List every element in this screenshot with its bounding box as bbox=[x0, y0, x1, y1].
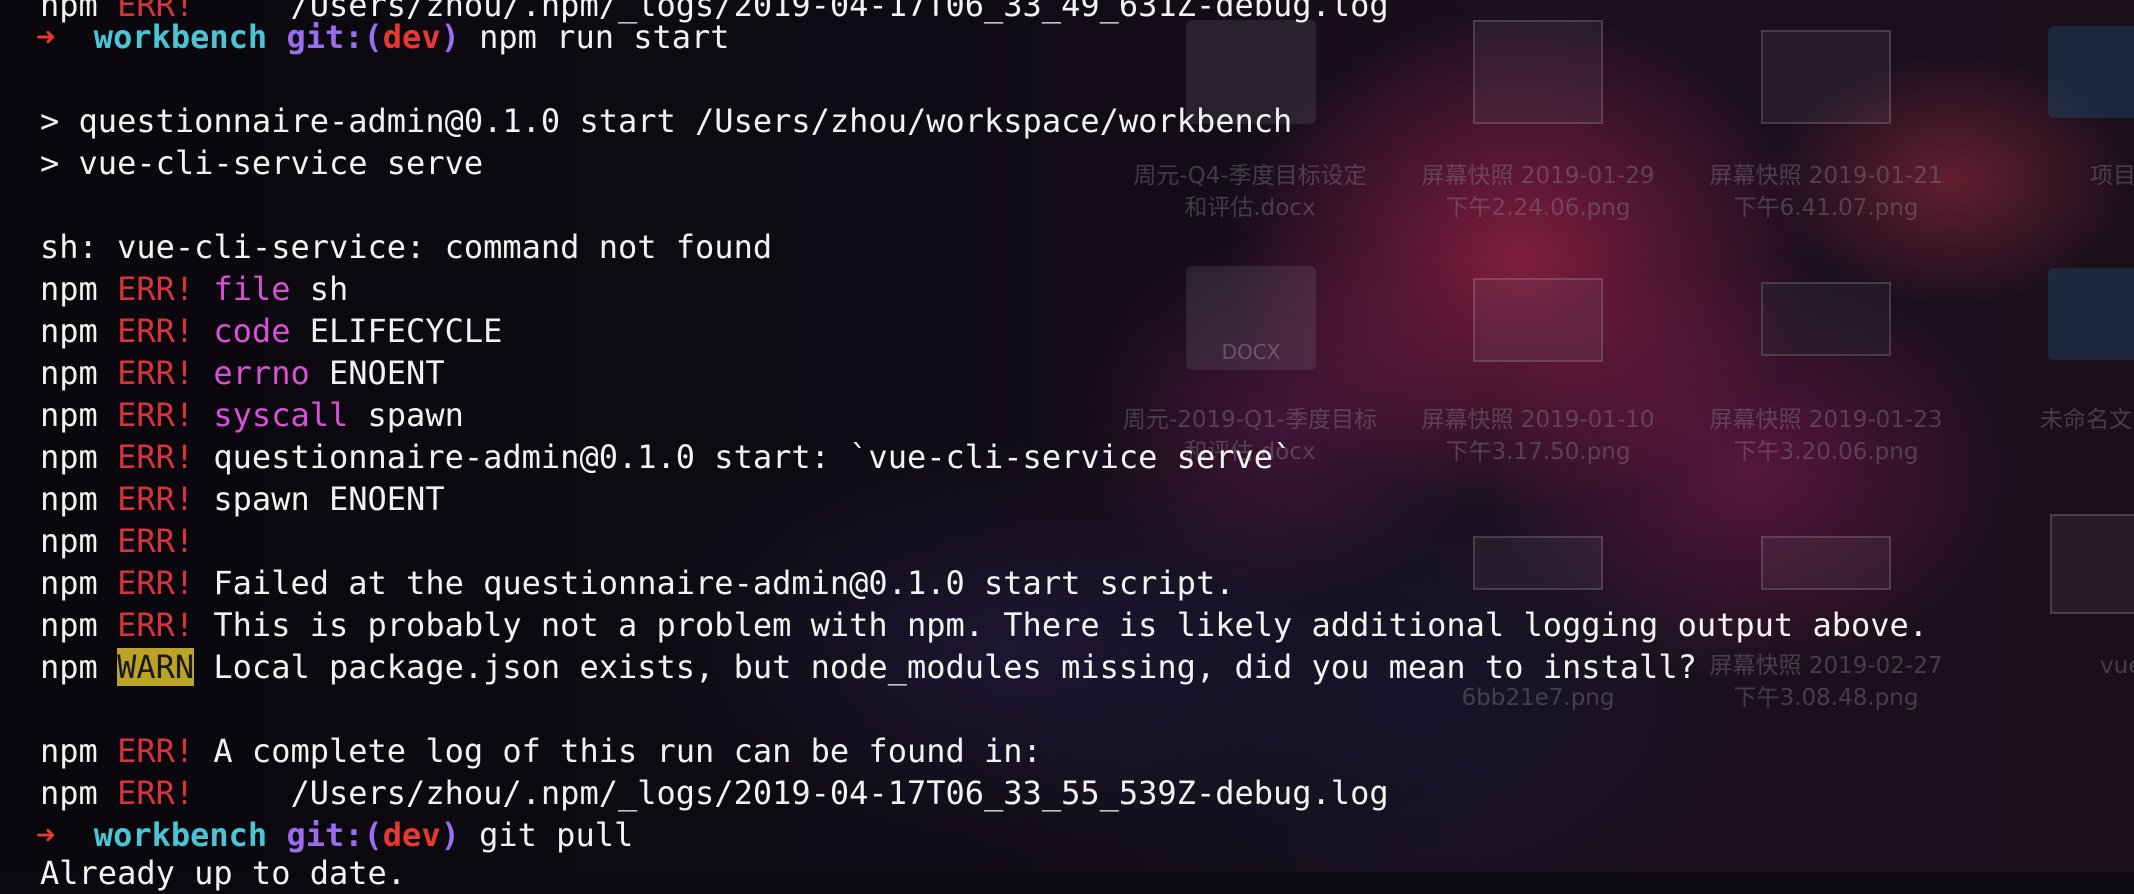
terminal-line: npm ERR! /Users/zhou/.npm/_logs/2019-04-… bbox=[40, 774, 1389, 812]
terminal-line: npm ERR! This is probably not a problem … bbox=[40, 606, 1929, 644]
command-text: npm run start bbox=[479, 18, 730, 56]
terminal-line: npm ERR! bbox=[40, 522, 195, 560]
terminal-line: npm ERR! A complete log of this run can … bbox=[40, 732, 1042, 770]
warn-badge: WARN bbox=[117, 648, 195, 686]
terminal-output[interactable]: npm ERR! /Users/zhou/.npm/_logs/2019-04-… bbox=[0, 0, 2134, 892]
terminal-line: npm ERR! spawn ENOENT bbox=[40, 480, 445, 518]
terminal-line: npm WARN Local package.json exists, but … bbox=[40, 648, 1697, 686]
command-text: git pull bbox=[479, 816, 634, 854]
prompt-branch: dev bbox=[382, 816, 441, 854]
terminal-line: sh: vue-cli-service: command not found bbox=[40, 228, 773, 266]
terminal-line: npm ERR! questionnaire-admin@0.1.0 start… bbox=[40, 438, 1293, 476]
terminal-line: > vue-cli-service serve bbox=[40, 144, 484, 182]
prompt-branch: dev bbox=[382, 18, 441, 56]
terminal-line: npm ERR! errno ENOENT bbox=[40, 354, 445, 392]
terminal-prompt-line: ➜ workbench git:(dev) git pull bbox=[36, 816, 634, 854]
terminal-line: Already up to date. bbox=[40, 854, 407, 892]
prompt-arrow-icon: ➜ bbox=[36, 18, 56, 56]
prompt-directory: workbench bbox=[93, 18, 268, 56]
terminal-line: npm ERR! syscall spawn bbox=[40, 396, 464, 434]
terminal-prompt-line: ➜ workbench git:(dev) npm run start bbox=[36, 18, 730, 56]
terminal-line: > questionnaire-admin@0.1.0 start /Users… bbox=[40, 102, 1293, 140]
terminal-line: npm ERR! Failed at the questionnaire-adm… bbox=[40, 564, 1235, 602]
prompt-arrow-icon: ➜ bbox=[36, 816, 56, 854]
prompt-directory: workbench bbox=[93, 816, 268, 854]
terminal-line: npm ERR! code ELIFECYCLE bbox=[40, 312, 503, 350]
terminal-line: npm ERR! file sh bbox=[40, 270, 349, 308]
